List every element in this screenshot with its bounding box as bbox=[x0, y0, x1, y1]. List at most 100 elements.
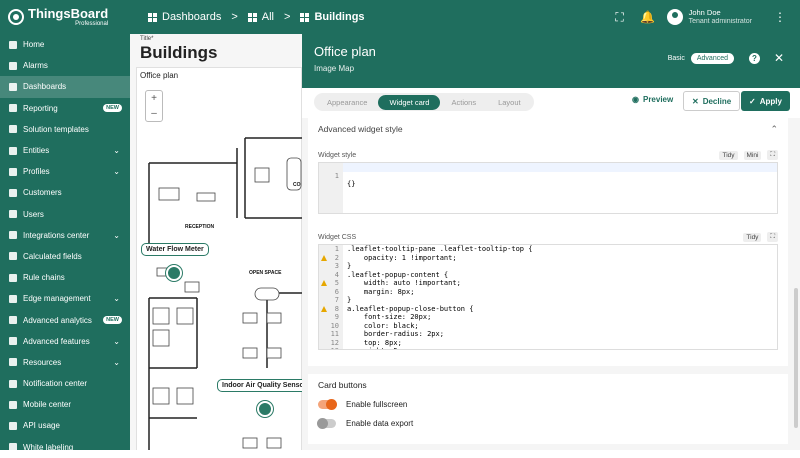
sidebar-item-reporting[interactable]: Reporting NEW bbox=[0, 98, 130, 119]
calc-icon bbox=[9, 252, 17, 261]
panel-scrollbar[interactable] bbox=[794, 288, 798, 428]
chevron-down-icon[interactable]: ⌄ bbox=[113, 358, 120, 367]
sidebar-item-rule-chains[interactable]: Rule chains bbox=[0, 267, 130, 288]
tidy-css-button[interactable]: Tidy bbox=[743, 232, 762, 242]
sidebar-item-mobile-center[interactable]: Mobile center bbox=[0, 394, 130, 415]
widget-style-editor[interactable]: 1 {} bbox=[318, 162, 778, 214]
dashboard-title[interactable]: Buildings bbox=[140, 43, 217, 63]
marker-label-water-flow-meter[interactable]: Water Flow Meter bbox=[141, 243, 209, 256]
user-avatar[interactable] bbox=[666, 9, 683, 25]
code-line: 12 top: 8px; bbox=[330, 338, 402, 347]
sidebar-item-profiles[interactable]: Profiles ⌄ bbox=[0, 161, 130, 182]
help-icon[interactable]: ? bbox=[749, 53, 760, 64]
mode-toggle[interactable]: Basic Advanced bbox=[668, 53, 734, 64]
sidebar-item-label: Home bbox=[23, 40, 45, 50]
sidebar-item-label: API usage bbox=[23, 421, 60, 431]
sidebar-item-advanced-analytics[interactable]: Advanced analytics NEW bbox=[0, 309, 130, 330]
fullscreen-editor-icon[interactable]: ⛶ bbox=[767, 150, 778, 160]
sidebar-item-edge-management[interactable]: Edge management ⌄ bbox=[0, 288, 130, 309]
room-label-conference: CO bbox=[293, 182, 301, 188]
edge-icon bbox=[9, 294, 17, 303]
breadcrumb-buildings: Buildings bbox=[300, 11, 365, 23]
collapse-chevron-icon[interactable]: ⌃ bbox=[770, 124, 778, 135]
sidebar-item-label: Calculated fields bbox=[23, 251, 82, 261]
tidy-button[interactable]: Tidy bbox=[719, 150, 738, 160]
air-sensor-marker-icon[interactable] bbox=[257, 401, 273, 417]
tab-widget-card[interactable]: Widget card bbox=[378, 94, 441, 110]
water-drop-marker-icon[interactable] bbox=[166, 265, 182, 281]
integrations-icon bbox=[9, 231, 17, 240]
sidebar-item-entities[interactable]: Entities ⌄ bbox=[0, 140, 130, 161]
panel-header: Office plan Image Map Basic Advanced ? ✕ bbox=[302, 34, 800, 88]
code-line: 6 margin: 8px; bbox=[334, 287, 415, 296]
chevron-down-icon[interactable]: ⌄ bbox=[113, 294, 120, 303]
user-info[interactable]: John Doe Tenant administrator bbox=[689, 8, 752, 27]
tab-appearance[interactable]: Appearance bbox=[316, 95, 378, 110]
sidebar-item-dashboards[interactable]: Dashboards bbox=[0, 76, 130, 98]
dashboard-grid-icon bbox=[300, 12, 310, 22]
enable-data-export-toggle[interactable] bbox=[317, 418, 336, 429]
chevron-down-icon[interactable]: ⌄ bbox=[113, 337, 120, 346]
card-buttons-section: Card buttons Enable fullscreen Enable da… bbox=[308, 374, 788, 444]
breadcrumb-dashboards[interactable]: Dashboards bbox=[148, 11, 221, 23]
fullscreen-css-editor-icon[interactable]: ⛶ bbox=[767, 232, 778, 242]
sidebar-item-customers[interactable]: Customers bbox=[0, 182, 130, 203]
sidebar-item-label: Edge management bbox=[23, 294, 91, 304]
chevron-down-icon[interactable]: ⌄ bbox=[113, 146, 120, 155]
sidebar-item-label: Alarms bbox=[23, 61, 48, 71]
enable-fullscreen-toggle[interactable] bbox=[318, 399, 337, 410]
code-line: 4 .leaflet-popup-content { bbox=[334, 270, 449, 279]
sidebar-item-calculated-fields[interactable]: Calculated fields bbox=[0, 246, 130, 267]
panel-content: Advanced widget style ⌃ Widget style Tid… bbox=[302, 118, 800, 450]
breadcrumb-all[interactable]: All bbox=[247, 11, 274, 23]
sidebar-item-users[interactable]: Users bbox=[0, 204, 130, 225]
fullscreen-icon[interactable]: ⛶ bbox=[613, 10, 627, 24]
tab-layout[interactable]: Layout bbox=[487, 95, 532, 110]
sidebar-item-solution-templates[interactable]: Solution templates bbox=[0, 119, 130, 140]
close-icon[interactable]: ✕ bbox=[774, 51, 784, 65]
sidebar-item-alarms[interactable]: Alarms bbox=[0, 55, 130, 76]
mode-advanced-option[interactable]: Advanced bbox=[690, 53, 734, 64]
zoom-out-button[interactable]: – bbox=[151, 108, 157, 119]
sidebar-item-label: Advanced analytics bbox=[23, 315, 92, 325]
preview-button[interactable]: ◉ Preview bbox=[632, 95, 673, 104]
app-logo[interactable]: ThingsBoard Professional bbox=[0, 7, 130, 27]
sidebar-item-resources[interactable]: Resources ⌄ bbox=[0, 352, 130, 373]
panel-toolbar: Appearance Widget card Actions Layout ◉ … bbox=[302, 88, 800, 118]
sidebar-item-home[interactable]: Home bbox=[0, 34, 130, 55]
widget-title: Office plan bbox=[140, 71, 179, 80]
chevron-down-icon[interactable]: ⌄ bbox=[113, 167, 120, 176]
apply-button[interactable]: ✓ Apply bbox=[741, 91, 790, 111]
sidebar-item-advanced-features[interactable]: Advanced features ⌄ bbox=[0, 331, 130, 352]
enable-fullscreen-label: Enable fullscreen bbox=[346, 400, 408, 409]
decline-button[interactable]: ✕ Decline bbox=[683, 91, 741, 111]
more-vert-icon[interactable]: ⋮ bbox=[774, 10, 786, 24]
image-map-widget[interactable]: RECEPTION OPEN SPACE CO Office plan + – … bbox=[136, 67, 302, 450]
mini-button[interactable]: Mini bbox=[743, 150, 762, 160]
panel-tabs: Appearance Widget card Actions Layout bbox=[314, 93, 534, 111]
sidebar-item-white-labeling[interactable]: White labeling bbox=[0, 437, 130, 458]
sidebar-item-api-usage[interactable]: API usage bbox=[0, 415, 130, 436]
tab-actions[interactable]: Actions bbox=[440, 95, 487, 110]
mobile-icon bbox=[9, 400, 17, 409]
code-line: 2 opacity: 1 !important; bbox=[319, 254, 777, 263]
notifications-bell-icon[interactable]: 🔔 bbox=[640, 10, 655, 24]
widget-css-editor[interactable]: 1 .leaflet-tooltip-pane .leaflet-tooltip-… bbox=[318, 244, 778, 350]
close-small-icon: ✕ bbox=[692, 96, 699, 106]
top-bar: ThingsBoard Professional Dashboards > Al… bbox=[0, 0, 800, 34]
dashboard-title-label: Title* bbox=[140, 36, 154, 42]
sidebar-item-notification-center[interactable]: Notification center bbox=[0, 373, 130, 394]
sidebar-item-label: Customers bbox=[23, 188, 62, 198]
sidebar-item-integrations-center[interactable]: Integrations center ⌄ bbox=[0, 225, 130, 246]
zoom-in-button[interactable]: + bbox=[151, 93, 157, 104]
chevron-down-icon[interactable]: ⌄ bbox=[113, 231, 120, 240]
profiles-icon bbox=[9, 167, 17, 176]
enable-data-export-row: Enable data export bbox=[317, 418, 778, 429]
enable-data-export-label: Enable data export bbox=[346, 419, 414, 428]
notification-icon bbox=[9, 379, 17, 388]
section-header: Advanced widget style bbox=[318, 124, 403, 134]
rule-chain-icon bbox=[9, 273, 17, 282]
mode-basic-option[interactable]: Basic bbox=[668, 55, 685, 62]
analytics-icon bbox=[9, 316, 17, 325]
marker-label-air-quality-sensor[interactable]: Indoor Air Quality Sensor bbox=[217, 379, 302, 392]
